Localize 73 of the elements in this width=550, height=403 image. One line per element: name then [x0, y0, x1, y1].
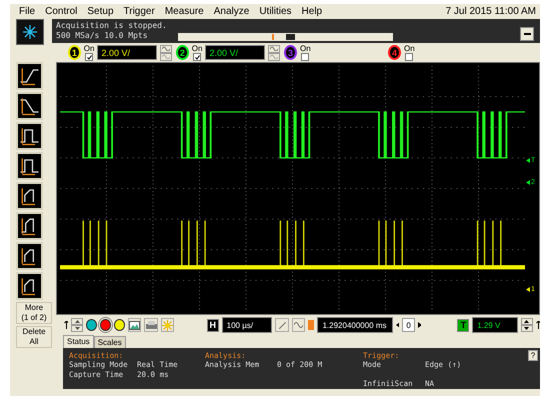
side-button[interactable]: More (1 of 2) [16, 302, 52, 324]
color-button[interactable] [114, 319, 125, 332]
side-button[interactable]: Delete All [16, 326, 52, 348]
print-button[interactable] [144, 318, 158, 332]
trigger-level-label: T [457, 318, 470, 332]
offset-field[interactable]: 0 [402, 318, 415, 332]
caret-right-icon[interactable] [418, 322, 422, 328]
horizontal-position-field[interactable]: 1.2920400000 ms [317, 317, 393, 334]
starburst-icon [22, 24, 38, 40]
channel-on-checkbox[interactable] [301, 53, 310, 62]
sample-rate: 500 MSa/s [56, 31, 100, 40]
printer-icon [146, 320, 157, 330]
measurement-tool-button[interactable] [16, 92, 43, 120]
channel-on-label: On [300, 44, 311, 54]
ac-coupling-button[interactable] [268, 44, 280, 53]
spin-down-button[interactable] [520, 325, 533, 332]
fine-adjust-button[interactable] [275, 318, 289, 332]
menu-item[interactable]: Control [40, 6, 82, 18]
panel-tab[interactable]: Status [63, 334, 94, 348]
horizontal-scale-field[interactable]: 100 µs/ [222, 317, 272, 334]
channel-number[interactable]: 1 [68, 45, 81, 60]
measurement-tool-button[interactable] [16, 62, 43, 90]
channel-on-label: On [192, 44, 202, 54]
timebase-overview-bar[interactable] [178, 33, 393, 42]
measurement-tool-button[interactable] [16, 272, 43, 300]
menu-item[interactable]: Utilities [254, 6, 297, 18]
up-arrow-icon [536, 321, 540, 330]
date-time: 7 Jul 2015 11:00 AM [446, 6, 536, 18]
memory-depth: 10.0 Mpts [104, 31, 148, 40]
minimize-button[interactable] [520, 27, 534, 42]
viewport-marker-icon [286, 34, 295, 40]
trigger-marker-icon [272, 34, 274, 40]
channel-on-label: On [84, 44, 94, 54]
channel-on-label: On [404, 44, 415, 54]
color-button[interactable] [86, 319, 98, 332]
channel-number[interactable]: 3 [284, 45, 297, 60]
vertical-scale-field[interactable]: 2.00 V/ [205, 45, 265, 60]
menu-item[interactable]: Help [296, 6, 328, 18]
sine-icon [294, 322, 304, 328]
channel-number[interactable]: 4 [388, 45, 401, 60]
sun-icon [162, 320, 174, 331]
help-button[interactable]: ? [528, 350, 538, 361]
waveform-button[interactable] [292, 318, 306, 332]
measurement-tool-button[interactable] [16, 242, 43, 270]
channel-on-checkbox[interactable] [405, 53, 414, 62]
menu-item[interactable]: Trigger [118, 6, 160, 18]
menu-item[interactable]: Setup [82, 6, 119, 18]
picture-frame-icon [129, 320, 140, 330]
minimize-icon [524, 33, 530, 36]
color-button[interactable] [100, 319, 112, 332]
spin-down-button[interactable] [71, 325, 84, 332]
trigger-position-icon [308, 320, 314, 330]
measurement-tool-button[interactable] [16, 182, 43, 210]
measurement-tool-button[interactable] [16, 122, 43, 150]
menu-item[interactable]: File [14, 6, 40, 18]
spin-up-button[interactable] [520, 318, 533, 326]
caret-left-icon[interactable] [396, 322, 400, 328]
screenshot-button[interactable] [128, 318, 142, 332]
horizontal-label: H [206, 318, 219, 332]
acquisition-message: Acquisition is stopped. [56, 21, 168, 32]
vertical-scale-field[interactable]: 2.00 V/ [97, 45, 157, 60]
panel-tab[interactable]: Scales [94, 336, 126, 348]
spin-up-button[interactable] [71, 318, 84, 326]
menu-item[interactable]: Measure [160, 6, 209, 18]
menu-item[interactable]: Analyze [208, 6, 254, 18]
up-arrow-icon [64, 321, 68, 330]
measurement-tool-button[interactable] [16, 152, 43, 180]
trigger-level-field[interactable]: 1.29 V [472, 317, 518, 334]
measurement-tool-button[interactable] [16, 212, 43, 240]
ac-coupling-button[interactable] [160, 44, 172, 53]
channel-on-checkbox[interactable] [193, 53, 202, 62]
channel-on-checkbox[interactable] [85, 53, 94, 62]
channel-number[interactable]: 2 [176, 45, 189, 60]
